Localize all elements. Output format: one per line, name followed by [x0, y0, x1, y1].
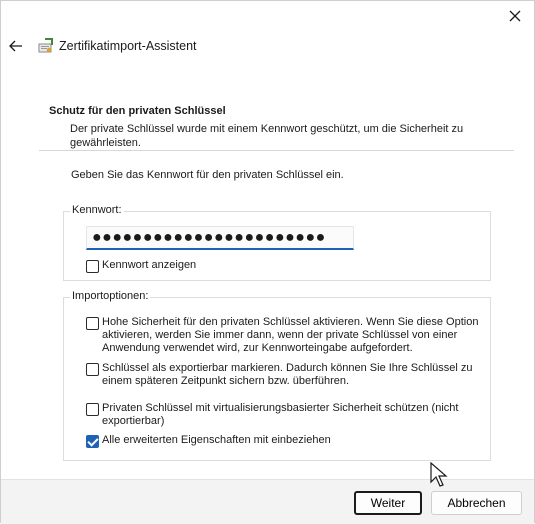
show-password-checkbox-row[interactable]: Kennwort anzeigen — [86, 259, 196, 273]
option-exportable[interactable]: Schlüssel als exportierbar markieren. Da… — [86, 362, 482, 388]
exportable-checkbox[interactable] — [86, 363, 99, 376]
show-password-checkbox[interactable] — [86, 260, 99, 273]
vbs-protect-label: Privaten Schlüssel mit virtualisierungsb… — [102, 402, 459, 427]
password-group: Kennwort: ●●●●●●●●●●●●●●●●●●●●●●● Kennwo… — [63, 204, 491, 281]
high-security-label: Hohe Sicherheit für den privaten Schlüss… — [102, 316, 479, 354]
back-arrow-icon — [9, 40, 22, 52]
extended-properties-checkbox[interactable] — [86, 435, 99, 448]
cancel-button[interactable]: Abbrechen — [431, 491, 522, 515]
high-security-checkbox[interactable] — [86, 317, 99, 330]
wizard-window: Zertifikatimport-Assistent Schutz für de… — [0, 0, 535, 524]
option-vbs-protect[interactable]: Privaten Schlüssel mit virtualisierungsb… — [86, 402, 482, 428]
close-icon — [509, 10, 521, 22]
password-value: ●●●●●●●●●●●●●●●●●●●●●●● — [92, 229, 326, 246]
window-title: Zertifikatimport-Assistent — [59, 39, 197, 53]
divider — [39, 150, 514, 151]
import-options-legend: Importoptionen: — [70, 290, 151, 302]
vbs-protect-checkbox[interactable] — [86, 403, 99, 416]
show-password-label: Kennwort anzeigen — [102, 259, 197, 271]
section-title: Schutz für den privaten Schlüssel — [49, 105, 226, 117]
footer-bar: Weiter Abbrechen — [1, 479, 534, 524]
option-extended-properties[interactable]: Alle erweiterten Eigenschaften mit einbe… — [86, 434, 482, 448]
next-button[interactable]: Weiter — [354, 491, 422, 515]
password-prompt: Geben Sie das Kennwort für den privaten … — [71, 169, 344, 181]
certificate-wizard-icon — [38, 38, 53, 53]
close-button[interactable] — [502, 4, 528, 28]
import-options-group: Importoptionen: Hohe Sicherheit für den … — [63, 290, 491, 461]
exportable-label: Schlüssel als exportierbar markieren. Da… — [102, 362, 473, 387]
password-legend: Kennwort: — [70, 204, 124, 216]
section-description: Der private Schlüssel wurde mit einem Ke… — [70, 123, 464, 149]
wizard-header: Zertifikatimport-Assistent — [1, 31, 534, 63]
extended-properties-label: Alle erweiterten Eigenschaften mit einbe… — [102, 434, 331, 446]
mouse-cursor-icon — [430, 462, 448, 487]
password-field[interactable]: ●●●●●●●●●●●●●●●●●●●●●●● — [86, 226, 354, 250]
option-high-security[interactable]: Hohe Sicherheit für den privaten Schlüss… — [86, 316, 482, 355]
back-button[interactable] — [7, 37, 25, 55]
